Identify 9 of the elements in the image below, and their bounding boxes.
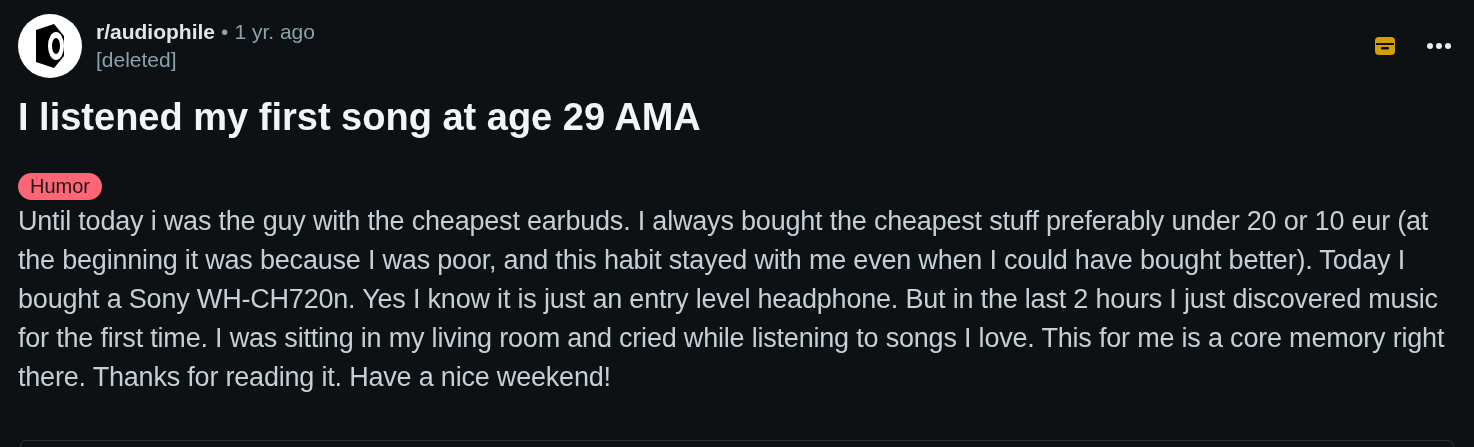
author-name: [deleted] [96, 48, 178, 72]
separator-dot: • [221, 20, 229, 44]
subreddit-link[interactable]: r/audiophile [96, 20, 215, 44]
post-title: I listened my first song at age 29 AMA [18, 96, 702, 139]
speaker-avatar-icon[interactable] [18, 14, 82, 78]
post-time: 1 yr. ago [234, 20, 315, 44]
flair-tag: Humor [18, 173, 102, 200]
more-options-icon[interactable] [1426, 42, 1452, 50]
post-body: Until today i was the guy with the cheapest earbuds. I always bought the cheapest stuff preferably under 20 or 10 eur (at the beginning it was because I was poor, and this habit stayed with me even when I could have bought better). Today I bought a Sony WH-CH720n. Yes I know it is just an entry level headphone. But in the last 2 hours I just discovered music for the first time. I was sitting in my living room and cried while listening to songs I love. This for me is a core memory right there. Thanks for reading it. Have a nice weekend! [18, 205, 1446, 394]
